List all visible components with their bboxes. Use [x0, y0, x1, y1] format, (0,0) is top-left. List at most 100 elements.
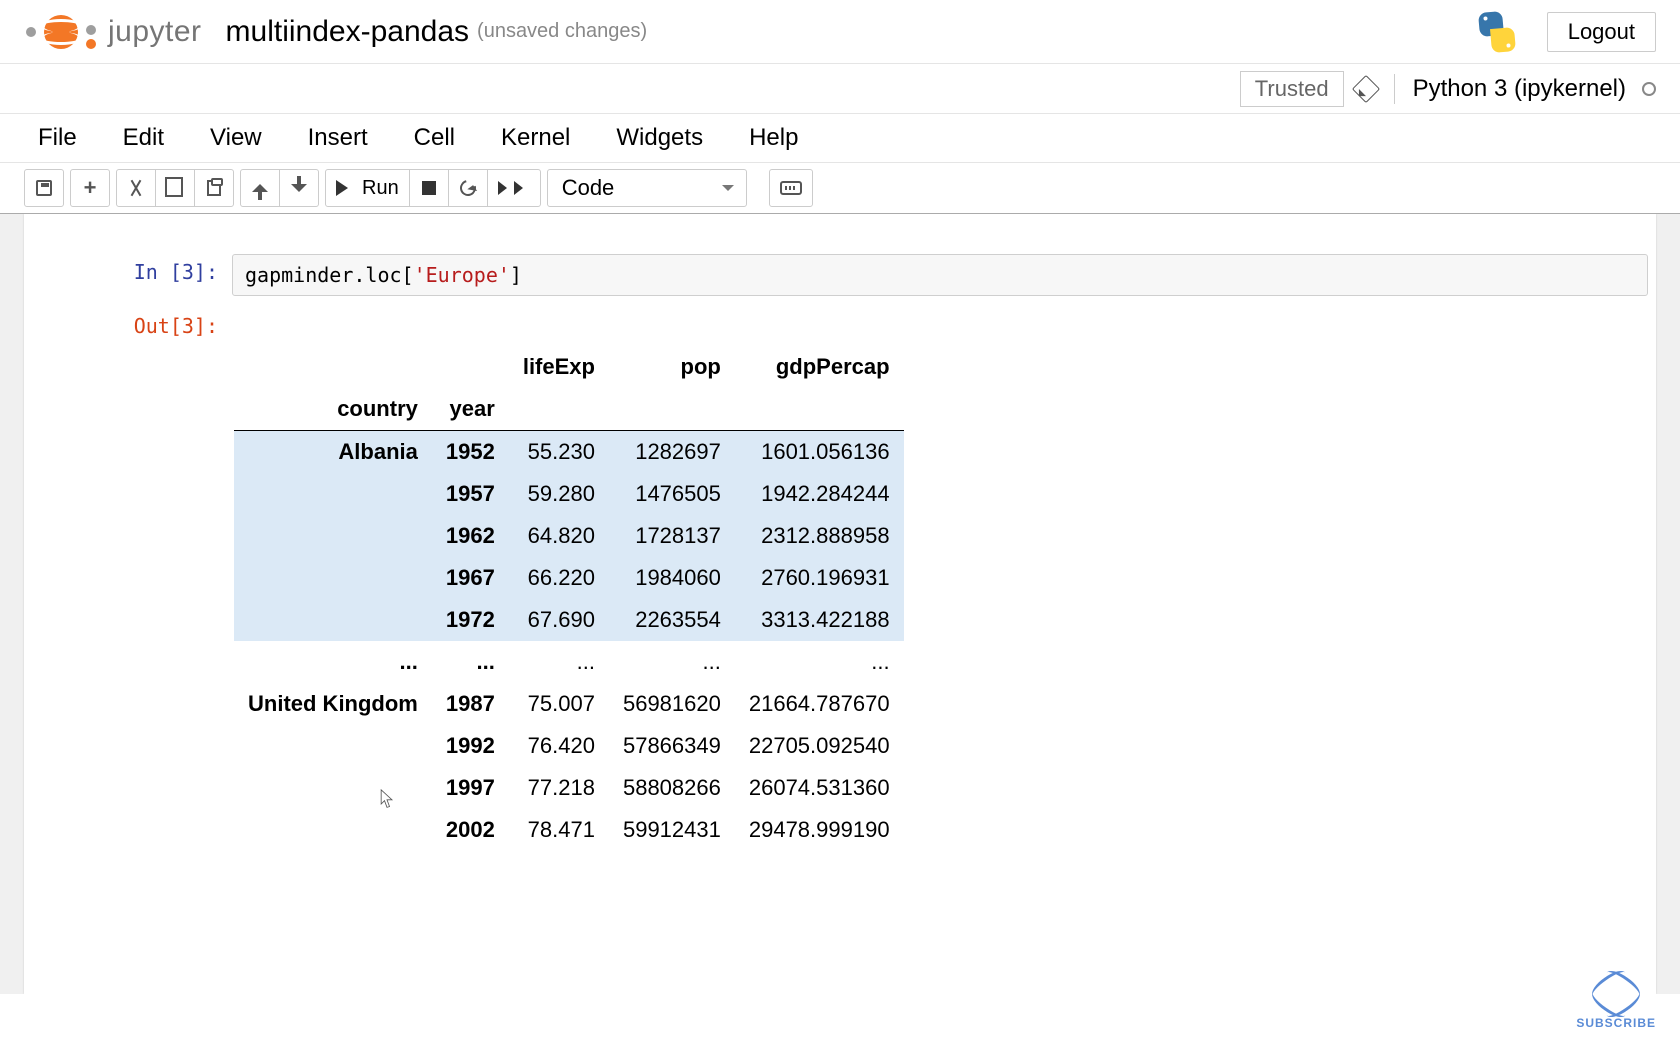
paste-icon — [207, 180, 221, 196]
logo-dot-icon — [26, 27, 36, 37]
cell-country — [234, 515, 432, 557]
save-button[interactable] — [24, 169, 64, 207]
cell-pop: 1282697 — [609, 431, 735, 474]
notebook-body: In [3]: gapminder.loc['Europe'] Out[3]: … — [24, 214, 1656, 994]
menu-edit[interactable]: Edit — [123, 124, 164, 152]
menu-cell[interactable]: Cell — [414, 124, 455, 152]
cell-country — [234, 725, 432, 767]
subscribe-badge[interactable]: SUBSCRIBE — [1576, 974, 1656, 1030]
cell-year: 1987 — [432, 683, 509, 725]
restart-run-all-button[interactable] — [487, 169, 541, 207]
code-cell[interactable]: In [3]: gapminder.loc['Europe'] — [24, 254, 1656, 296]
idx-country: country — [234, 388, 432, 431]
cell-pop: 1476505 — [609, 473, 735, 515]
cell-country — [234, 599, 432, 641]
table-row: 196264.82017281372312.888958 — [234, 515, 904, 557]
dataframe-table: lifeExp pop gdpPercap country year Alban… — [234, 346, 904, 851]
cell-gdpPercap: 21664.787670 — [735, 683, 904, 725]
cell-gdpPercap: 29478.999190 — [735, 809, 904, 851]
jupyter-logo[interactable]: jupyter — [24, 13, 202, 51]
menu-help[interactable]: Help — [749, 124, 798, 152]
menu-kernel[interactable]: Kernel — [501, 124, 570, 152]
cell-pop: 57866349 — [609, 725, 735, 767]
move-up-button[interactable] — [240, 169, 280, 207]
col-gdpPercap: gdpPercap — [735, 346, 904, 388]
kernel-name-label[interactable]: Python 3 (ipykernel) — [1413, 75, 1626, 103]
table-row: 196766.22019840602760.196931 — [234, 557, 904, 599]
cell-lifeExp: 64.820 — [509, 515, 609, 557]
logout-button[interactable]: Logout — [1547, 12, 1656, 52]
cell-lifeExp: ... — [509, 641, 609, 683]
restart-button[interactable] — [448, 169, 488, 207]
menu-widgets[interactable]: Widgets — [616, 124, 703, 152]
notebook-title[interactable]: multiindex-pandas — [226, 15, 469, 49]
arrow-up-icon — [252, 176, 268, 192]
output-cell: Out[3]: — [24, 308, 1656, 338]
cell-gdpPercap: 2312.888958 — [735, 515, 904, 557]
menu-insert[interactable]: Insert — [308, 124, 368, 152]
command-palette-button[interactable] — [769, 169, 813, 207]
edit-icon[interactable] — [1351, 74, 1379, 102]
cell-type-select[interactable]: Code — [547, 169, 747, 207]
dna-icon — [1596, 974, 1636, 1014]
cell-pop: ... — [609, 641, 735, 683]
code-text: ] — [510, 263, 522, 287]
cell-lifeExp: 59.280 — [509, 473, 609, 515]
cell-year: ... — [432, 641, 509, 683]
cell-country: United Kingdom — [234, 683, 432, 725]
dataframe-output: lifeExp pop gdpPercap country year Alban… — [24, 346, 1656, 851]
move-down-button[interactable] — [279, 169, 319, 207]
move-cell-group — [240, 169, 319, 207]
cell-gdpPercap: 2760.196931 — [735, 557, 904, 599]
cell-gdpPercap: ... — [735, 641, 904, 683]
cell-year: 1957 — [432, 473, 509, 515]
col-lifeExp: lifeExp — [509, 346, 609, 388]
cell-type-value: Code — [562, 175, 615, 201]
menu-bar: File Edit View Insert Cell Kernel Widget… — [0, 114, 1680, 163]
play-icon — [336, 180, 356, 196]
table-row: 197267.69022635543313.422188 — [234, 599, 904, 641]
cell-lifeExp: 75.007 — [509, 683, 609, 725]
plus-icon: + — [84, 175, 97, 201]
in-prompt: In [3]: — [32, 254, 232, 296]
stop-icon — [422, 181, 436, 195]
copy-button[interactable] — [155, 169, 195, 207]
notebook-frame: In [3]: gapminder.loc['Europe'] Out[3]: … — [0, 214, 1680, 994]
arrow-down-icon — [291, 184, 307, 200]
cell-pop: 1984060 — [609, 557, 735, 599]
jupyter-planet-icon — [44, 15, 78, 49]
cell-lifeExp: 67.690 — [509, 599, 609, 641]
cell-year: 1952 — [432, 431, 509, 474]
idx-year: year — [432, 388, 509, 431]
table-row: 200278.4715991243129478.999190 — [234, 809, 904, 851]
cell-gdpPercap: 3313.422188 — [735, 599, 904, 641]
code-input[interactable]: gapminder.loc['Europe'] — [232, 254, 1648, 296]
cell-gdpPercap: 26074.531360 — [735, 767, 904, 809]
cell-year: 1992 — [432, 725, 509, 767]
scissors-icon — [128, 180, 144, 196]
run-label: Run — [362, 177, 399, 200]
cell-pop: 58808266 — [609, 767, 735, 809]
restart-icon — [457, 177, 479, 199]
table-row: 195759.28014765051942.284244 — [234, 473, 904, 515]
cell-lifeExp: 77.218 — [509, 767, 609, 809]
paste-button[interactable] — [194, 169, 234, 207]
jupyter-wordmark: jupyter — [108, 15, 202, 49]
interrupt-button[interactable] — [409, 169, 449, 207]
table-row: United Kingdom198775.0075698162021664.78… — [234, 683, 904, 725]
menu-view[interactable]: View — [210, 124, 262, 152]
separator — [1394, 74, 1395, 104]
cell-gdpPercap: 22705.092540 — [735, 725, 904, 767]
index-names-row: country year — [234, 388, 904, 431]
cut-button[interactable] — [116, 169, 156, 207]
run-button[interactable]: Run — [325, 169, 410, 207]
cell-lifeExp: 76.420 — [509, 725, 609, 767]
status-bar: Trusted Python 3 (ipykernel) — [0, 64, 1680, 114]
insert-cell-button[interactable]: + — [70, 169, 110, 207]
cell-gdpPercap: 1601.056136 — [735, 431, 904, 474]
column-header-row: lifeExp pop gdpPercap — [234, 346, 904, 388]
cell-country — [234, 473, 432, 515]
header-bar: jupyter multiindex-pandas (unsaved chang… — [0, 0, 1680, 64]
menu-file[interactable]: File — [38, 124, 77, 152]
trusted-indicator[interactable]: Trusted — [1240, 71, 1344, 107]
